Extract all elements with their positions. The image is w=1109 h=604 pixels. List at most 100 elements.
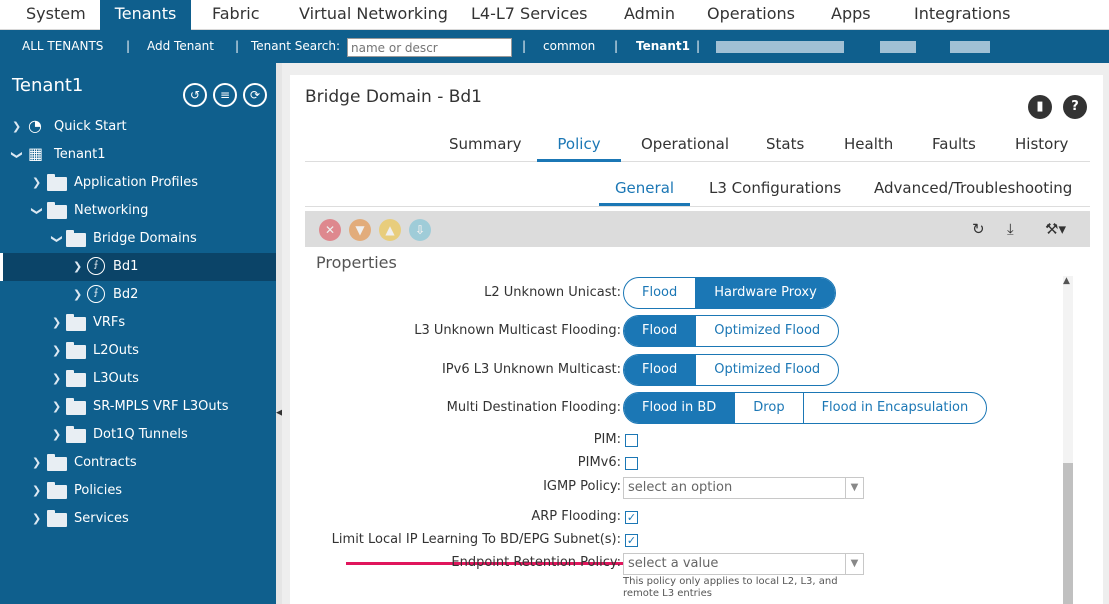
igmp-policy-placeholder: select an option [628, 480, 733, 495]
tree-item-application-profiles[interactable]: ❯ Application Profiles [0, 169, 276, 197]
tree-item-sr-mpls-vrf-l3outs[interactable]: ❯ SR-MPLS VRF L3Outs [0, 393, 276, 421]
limit-ip-learning-checkbox[interactable]: ✓ [625, 534, 638, 547]
download-icon[interactable]: ⤓ [1007, 220, 1014, 238]
tree-item-tenant1[interactable]: ❯ ▦ Tenant1 [0, 141, 276, 169]
separator: | [614, 39, 619, 53]
tab-l4-l7-services[interactable]: L4-L7 Services [457, 0, 602, 30]
folder-icon [47, 202, 67, 219]
tab-stats[interactable]: Stats [758, 129, 812, 162]
pimv6-label: PIMv6: [577, 455, 621, 470]
bridge-domain-card: Bridge Domain - Bd1 ▮ ? Summary Policy O… [290, 75, 1103, 604]
tab-history[interactable]: History [1007, 129, 1076, 162]
chevron-right-icon: ❯ [32, 176, 42, 189]
subtab-general[interactable]: General [599, 173, 690, 206]
tree-item-bd1[interactable]: ❯ ⨍ Bd1 [0, 253, 276, 281]
properties-scrollbar[interactable]: ▲ [1063, 276, 1073, 604]
folder-icon [66, 230, 86, 247]
tree-item-contracts[interactable]: ❯ Contracts [0, 449, 276, 477]
minor-fault-icon[interactable]: ▲ [379, 219, 401, 241]
major-fault-icon[interactable]: ▼ [349, 219, 371, 241]
option-drop[interactable]: Drop [735, 393, 804, 423]
tree-item-quick-start[interactable]: ❯ ◔ Quick Start [0, 113, 276, 141]
tab-virtual-networking[interactable]: Virtual Networking [285, 0, 462, 30]
option-flood[interactable]: Flood [624, 316, 697, 346]
igmp-policy-select[interactable]: select an option ▼ [623, 477, 864, 499]
tree-item-label: Application Profiles [74, 175, 198, 190]
tab-fabric[interactable]: Fabric [198, 0, 274, 30]
option-optimized-flood[interactable]: Optimized Flood [696, 316, 838, 346]
arp-flooding-label: ARP Flooding: [531, 509, 621, 524]
tree-item-label: VRFs [93, 315, 126, 330]
folder-icon [47, 482, 67, 499]
tab-summary[interactable]: Summary [441, 129, 530, 162]
all-tenants-link[interactable]: ALL TENANTS [22, 30, 103, 63]
subtab-l3-configurations[interactable]: L3 Configurations [697, 173, 853, 206]
option-flood-in-encapsulation[interactable]: Flood in Encapsulation [804, 393, 987, 423]
tree-item-policies[interactable]: ❯ Policies [0, 477, 276, 505]
critical-fault-icon[interactable]: ✕ [319, 219, 341, 241]
pimv6-checkbox[interactable] [625, 457, 638, 470]
option-flood[interactable]: Flood [624, 355, 697, 385]
tree-item-l2outs[interactable]: ❯ L2Outs [0, 337, 276, 365]
tenant-common-link[interactable]: common [543, 30, 595, 63]
tab-apps[interactable]: Apps [817, 0, 885, 30]
tab-policy[interactable]: Policy [537, 129, 621, 162]
tab-faults[interactable]: Faults [924, 129, 984, 162]
tree-item-dot1q-tunnels[interactable]: ❯ Dot1Q Tunnels [0, 421, 276, 449]
tab-health[interactable]: Health [836, 129, 901, 162]
arp-flooding-checkbox[interactable]: ✓ [625, 511, 638, 524]
l3-unknown-multicast-label: L3 Unknown Multicast Flooding: [414, 323, 621, 338]
primary-tabs: Summary Policy Operational Stats Health … [305, 129, 1090, 162]
navigation-sidebar: Tenant1 ↺ ≡ ⟳ ❯ ◔ Quick Start ❯ ▦ Tenant… [0, 63, 276, 604]
tree-item-l3outs[interactable]: ❯ L3Outs [0, 365, 276, 393]
tree-item-bd2[interactable]: ❯ ⨍ Bd2 [0, 281, 276, 309]
tree-item-networking[interactable]: ❯ Networking [0, 197, 276, 225]
help-icon[interactable]: ? [1063, 95, 1087, 119]
scrollbar-thumb[interactable] [1063, 463, 1073, 604]
chevron-right-icon: ❯ [32, 512, 42, 525]
list-icon[interactable]: ≡ [213, 83, 237, 107]
tenant-search-input[interactable] [347, 38, 512, 57]
subtab-advanced-troubleshooting[interactable]: Advanced/Troubleshooting [862, 173, 1084, 206]
tree-item-label: Policies [74, 483, 123, 498]
bookmark-icon[interactable]: ▮ [1028, 95, 1052, 119]
refresh-icon[interactable]: ↻ [972, 220, 985, 238]
ipv6-l3-unknown-multicast-toggle: Flood Optimized Flood [623, 354, 840, 386]
tab-system[interactable]: System [12, 0, 100, 30]
fault-toolbar: ✕ ▼ ▲ ⇩ ↻ ⤓ ⚒▾ [305, 211, 1090, 247]
tree-item-label: L3Outs [93, 371, 139, 386]
tree-item-label: Bd2 [113, 287, 139, 302]
secondary-tabs: General L3 Configurations Advanced/Troub… [305, 173, 1090, 207]
chevron-right-icon: ❯ [73, 260, 83, 273]
scroll-up-icon[interactable]: ▲ [1063, 276, 1070, 286]
tab-admin[interactable]: Admin [610, 0, 689, 30]
tree-item-bridge-domains[interactable]: ❯ Bridge Domains [0, 225, 276, 253]
redacted-tenant [716, 41, 844, 53]
refresh-icon[interactable]: ⟳ [243, 83, 267, 107]
endpoint-retention-policy-select[interactable]: select a value ▼ [623, 553, 864, 575]
tab-operations[interactable]: Operations [693, 0, 809, 30]
warning-fault-icon[interactable]: ⇩ [409, 219, 431, 241]
option-optimized-flood[interactable]: Optimized Flood [696, 355, 838, 385]
tree-item-label: Tenant1 [54, 147, 106, 162]
option-flood-in-bd[interactable]: Flood in BD [624, 393, 736, 423]
tree-item-vrfs[interactable]: ❯ VRFs [0, 309, 276, 337]
quick-start-icon: ◔ [28, 116, 42, 135]
endpoint-retention-help-text: This policy only applies to local L2, L3… [623, 576, 838, 599]
tools-icon[interactable]: ⚒▾ [1045, 220, 1066, 238]
tab-tenants[interactable]: Tenants [100, 0, 191, 30]
tab-integrations[interactable]: Integrations [900, 0, 1025, 30]
add-tenant-link[interactable]: Add Tenant [147, 30, 214, 63]
chevron-right-icon: ❯ [32, 484, 42, 497]
bridge-domain-icon: ⨍ [87, 257, 105, 275]
igmp-policy-label: IGMP Policy: [543, 479, 621, 494]
option-flood[interactable]: Flood [624, 278, 697, 308]
chevron-right-icon: ❯ [52, 400, 62, 413]
tenant-tenant1-link[interactable]: Tenant1 [636, 30, 690, 63]
pim-label: PIM: [593, 432, 621, 447]
history-icon[interactable]: ↺ [183, 83, 207, 107]
tab-operational[interactable]: Operational [633, 129, 737, 162]
pim-checkbox[interactable] [625, 434, 638, 447]
tree-item-services[interactable]: ❯ Services [0, 505, 276, 533]
option-hardware-proxy[interactable]: Hardware Proxy [696, 278, 835, 308]
